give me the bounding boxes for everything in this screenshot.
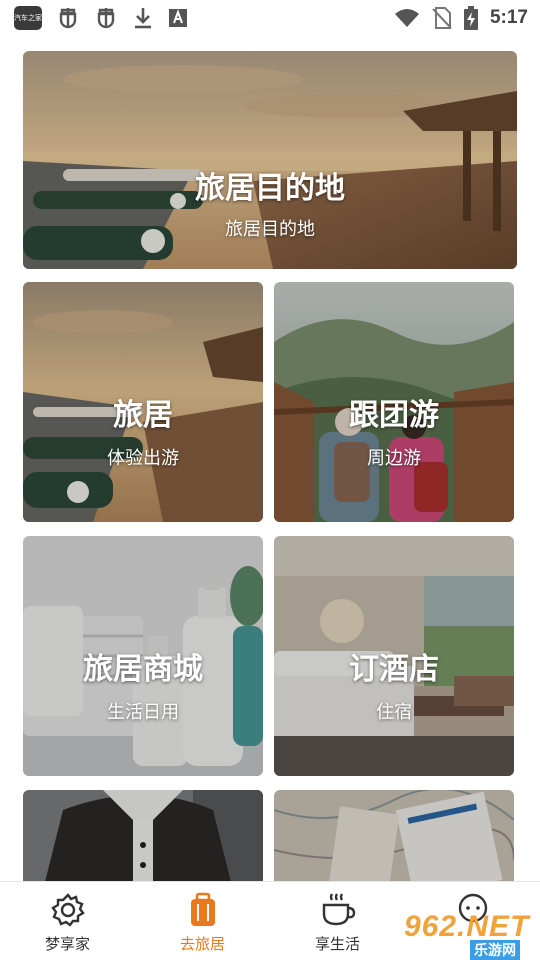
card-title: 订酒店 xyxy=(349,652,439,687)
coffee-cup-icon xyxy=(322,893,355,926)
card-travel-stay[interactable]: 旅居 体验出游 xyxy=(23,282,263,522)
suitcase-icon xyxy=(190,892,215,926)
gear-icon xyxy=(50,893,85,927)
card-subtitle: 体验出游 xyxy=(107,448,179,469)
card-tickets[interactable] xyxy=(274,790,514,890)
card-subtitle: 住宿 xyxy=(376,702,412,723)
app-notification-icon: 汽车之家 xyxy=(14,6,42,30)
card-title: 旅居目的地 xyxy=(195,171,345,206)
card-subtitle: 旅居目的地 xyxy=(225,219,315,240)
bug-icon xyxy=(97,8,115,29)
card-scrim xyxy=(274,790,514,890)
status-bar-right: 5:17 xyxy=(394,6,528,30)
card-scrim xyxy=(23,790,263,890)
card-group-tour[interactable]: 跟团游 周边游 xyxy=(274,282,514,522)
tab-go-travel[interactable]: 去旅居 xyxy=(135,882,270,960)
card-mall[interactable]: 旅居商城 生活日用 xyxy=(23,536,263,776)
tab-label: 梦享家 xyxy=(44,935,90,953)
card-hotel[interactable]: 订酒店 住宿 xyxy=(274,536,514,776)
tab-dream-home[interactable]: 梦享家 xyxy=(0,882,135,960)
font-icon xyxy=(169,9,187,27)
status-bar-left: 汽车之家 xyxy=(14,6,188,30)
card-title: 跟团游 xyxy=(349,398,439,433)
tab-enjoy-life[interactable]: 享生活 xyxy=(270,882,405,960)
watermark-logo: 962.NET 乐游网 xyxy=(400,910,540,960)
watermark-sub: 乐游网 xyxy=(470,940,520,960)
no-sim-icon xyxy=(432,7,452,29)
card-butler[interactable] xyxy=(23,790,263,890)
download-icon xyxy=(135,8,151,29)
clock: 5:17 xyxy=(489,7,528,28)
card-subtitle: 生活日用 xyxy=(107,702,179,723)
card-subtitle: 周边游 xyxy=(367,448,421,469)
battery-charging-icon xyxy=(463,6,478,30)
status-bar: 汽车之家 5:17 xyxy=(0,0,540,36)
wifi-icon xyxy=(394,9,419,27)
tab-label: 享生活 xyxy=(314,935,360,953)
watermark-brand: 962.NET xyxy=(404,910,530,943)
bug-icon xyxy=(59,8,77,29)
tab-label: 去旅居 xyxy=(179,935,225,953)
card-destination[interactable]: 旅居目的地 旅居目的地 xyxy=(23,51,517,269)
card-title: 旅居 xyxy=(113,398,173,433)
card-title: 旅居商城 xyxy=(83,652,203,687)
